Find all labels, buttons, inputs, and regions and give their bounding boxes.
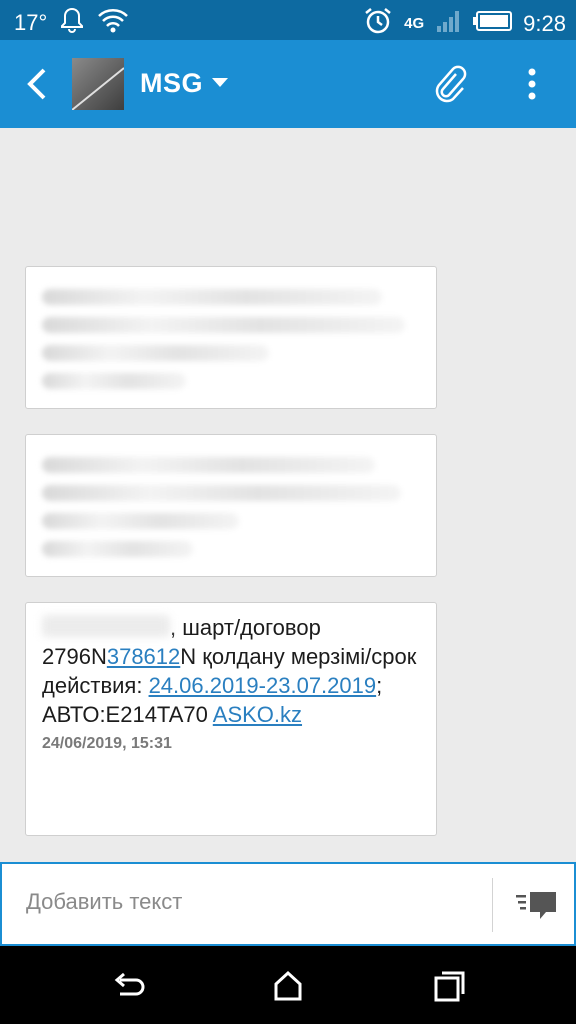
paperclip-icon xyxy=(432,65,468,108)
attach-button[interactable] xyxy=(432,64,468,104)
nav-back-button[interactable] xyxy=(110,968,146,1004)
message-bubble[interactable]: , шарт/договор 2796N378612N қолдану мерз… xyxy=(25,602,437,836)
network-type: 4G xyxy=(404,14,425,32)
compose-divider xyxy=(492,878,493,932)
redacted-text xyxy=(42,615,170,637)
home-nav-icon xyxy=(270,970,306,1008)
overflow-menu-button[interactable] xyxy=(520,66,544,106)
message-bubble-redacted-1[interactable] xyxy=(25,266,437,409)
contact-title-dropdown[interactable]: MSG xyxy=(140,68,229,99)
back-arrow-icon xyxy=(18,68,58,108)
clock-text: 9:28 xyxy=(523,10,566,36)
send-button[interactable] xyxy=(512,886,560,926)
app-bar: MSG xyxy=(0,40,576,128)
alarm-icon xyxy=(363,6,393,41)
navigation-bar xyxy=(0,946,576,1024)
phone-number-link[interactable]: 378612 xyxy=(107,644,180,669)
contact-avatar[interactable] xyxy=(72,58,124,110)
message-text: , шарт/договор 2796N378612N қолдану мерз… xyxy=(42,615,417,727)
wifi-icon xyxy=(97,6,129,39)
message-timestamp: 24/06/2019, 15:31 xyxy=(42,735,172,752)
more-vert-icon xyxy=(520,68,544,110)
recents-nav-icon xyxy=(432,971,468,1008)
date-range-link[interactable]: 24.06.2019-23.07.2019 xyxy=(149,673,377,698)
battery-icon xyxy=(473,10,513,37)
send-message-icon xyxy=(512,892,560,930)
chevron-down-icon xyxy=(211,75,229,93)
bell-icon xyxy=(59,6,85,39)
back-button[interactable] xyxy=(18,64,58,104)
nav-home-button[interactable] xyxy=(270,968,306,1004)
message-input[interactable] xyxy=(24,874,483,930)
temperature-text: 17° xyxy=(14,9,48,35)
signal-icon xyxy=(435,8,463,39)
back-nav-icon xyxy=(110,972,146,1008)
nav-recents-button[interactable] xyxy=(432,968,468,1004)
contact-title: MSG xyxy=(140,68,204,98)
message-bubble-redacted-2[interactable] xyxy=(25,434,437,577)
status-bar: 17° 4G 9:28 xyxy=(0,0,576,40)
compose-bar xyxy=(0,862,576,946)
website-link[interactable]: ASKO.kz xyxy=(213,702,302,727)
